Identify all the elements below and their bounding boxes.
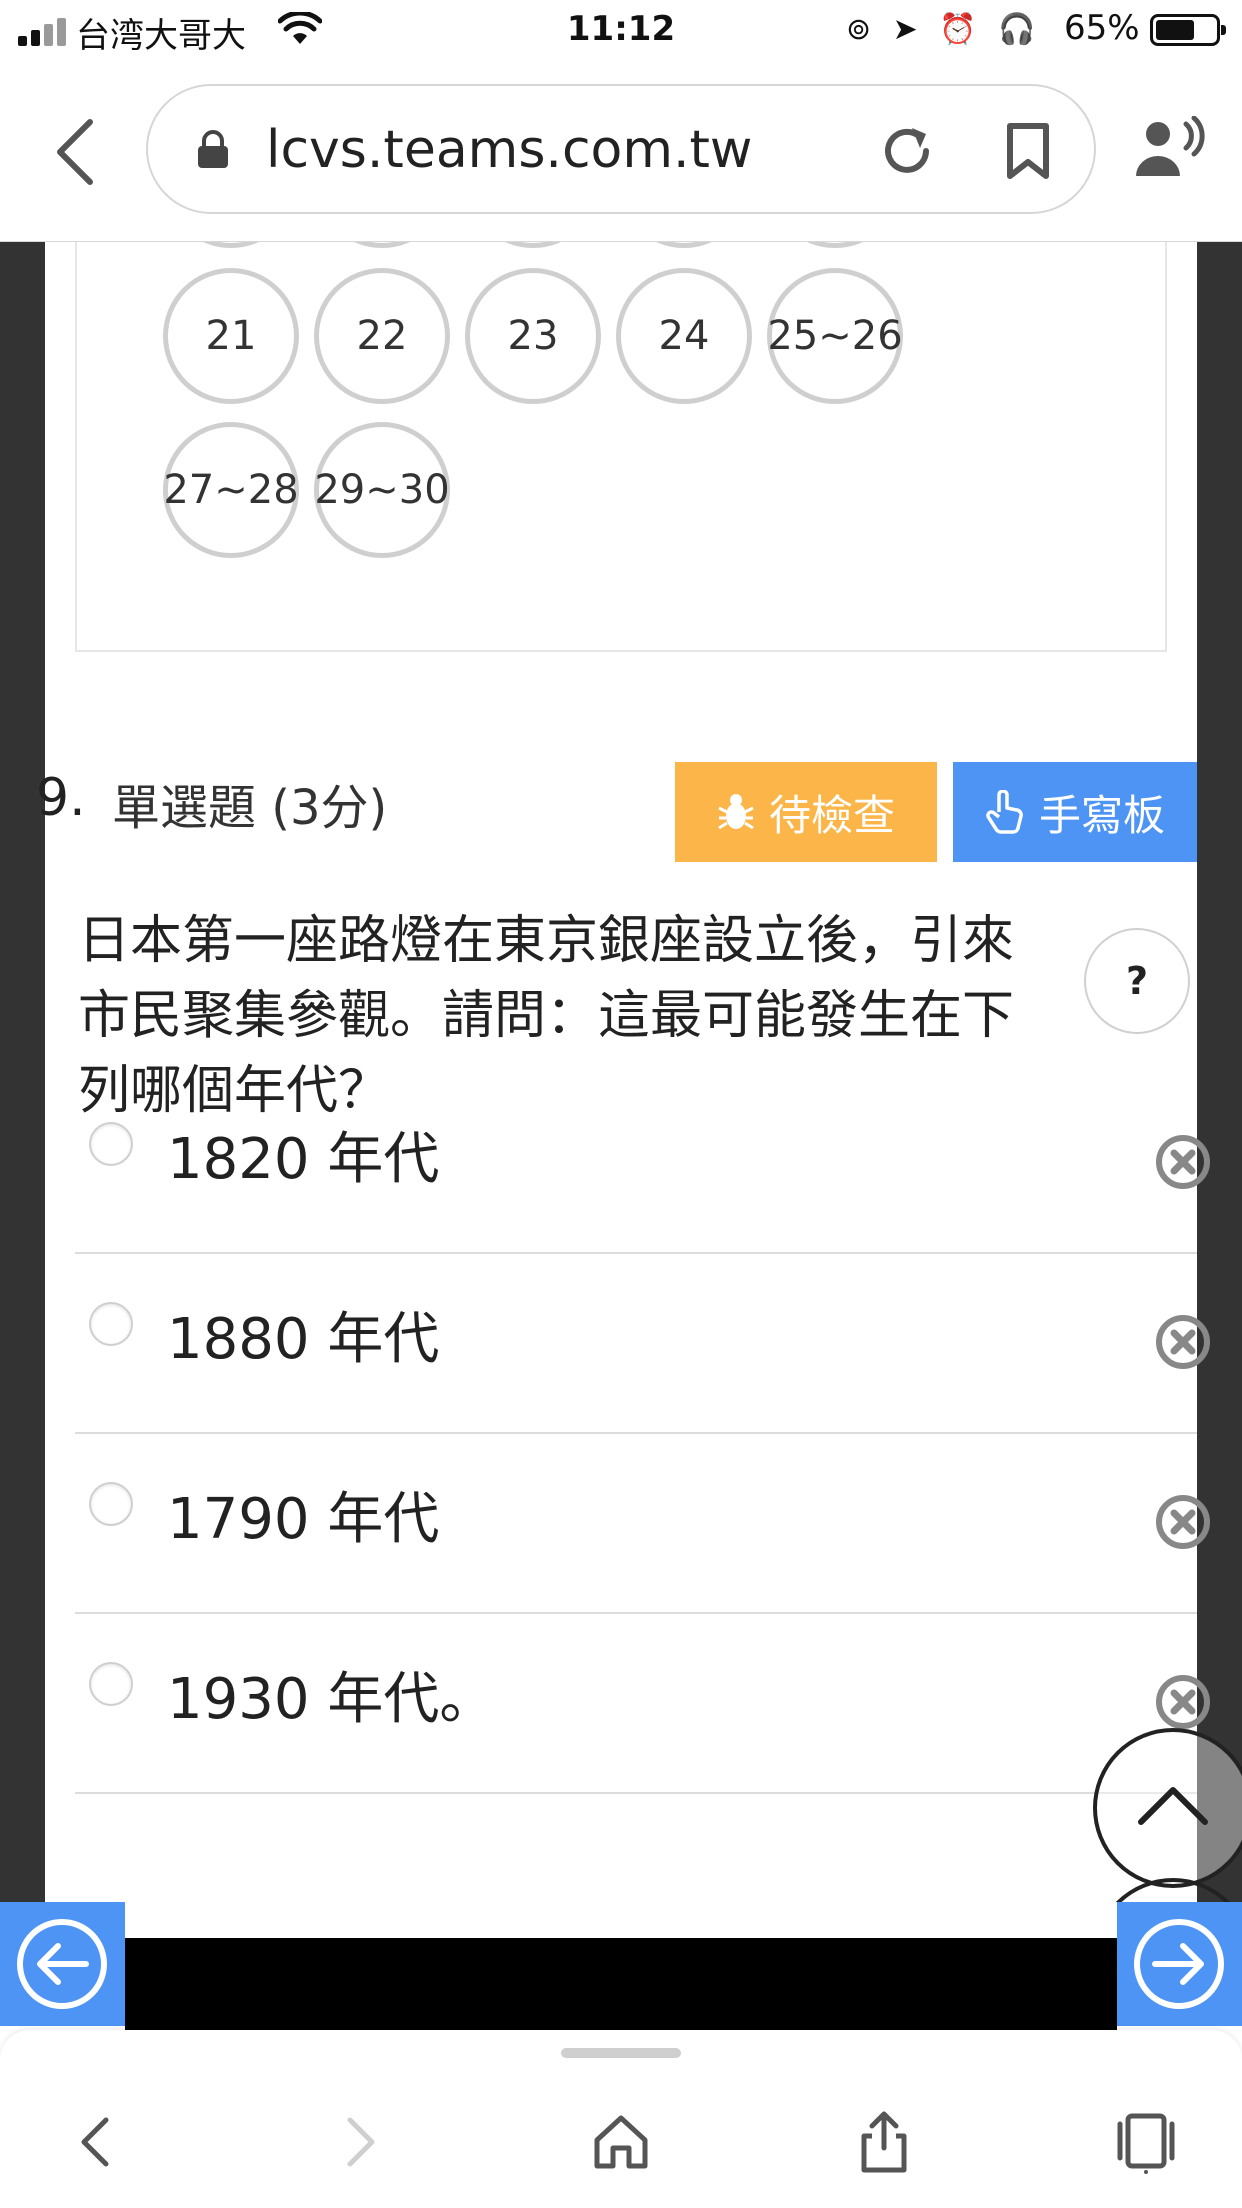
help-button[interactable]: ? [1084,928,1190,1034]
option-label: 1790 年代 [167,1487,440,1552]
answer-option[interactable]: 1880 年代 [75,1254,1210,1434]
back-chevron-icon[interactable] [52,118,96,186]
remove-option-icon[interactable] [1155,1494,1211,1550]
scroll-top-button[interactable] [1093,1728,1242,1888]
reload-icon[interactable] [878,122,936,180]
status-time: 11:12 [566,9,676,49]
option-label: 1820 年代 [167,1127,440,1192]
back-icon[interactable] [64,2110,128,2174]
remove-option-icon[interactable] [1155,1134,1211,1190]
right-margin [1197,242,1242,1902]
option-radio[interactable] [89,1662,133,1706]
prev-question-button[interactable] [0,1902,125,2026]
footer-bar [125,1938,1117,2030]
next-question-button[interactable] [1117,1902,1242,2026]
option-label: 1880 年代 [167,1307,440,1372]
handwriting-button[interactable]: 手寫板 [953,762,1197,862]
remove-option-icon[interactable] [1155,1674,1211,1730]
question-nav-item[interactable] [465,242,601,248]
drag-handle[interactable] [561,2048,681,2058]
remove-option-icon[interactable] [1155,1314,1211,1370]
question-nav-item[interactable]: 22 [314,268,450,404]
question-nav-item[interactable]: 21 [163,268,299,404]
question-nav-item[interactable]: 29~30 [314,422,450,558]
home-icon[interactable] [589,2110,653,2174]
lock-icon [198,130,228,168]
question-nav-panel: 21 22 23 24 25~26 27~28 29~30 [75,242,1167,652]
url-text: lcvs.teams.com.tw [266,120,753,180]
left-margin [0,242,45,1902]
speaker-icon[interactable] [1134,116,1206,180]
answer-option[interactable]: 1820 年代 [75,1074,1210,1254]
pending-check-label: 待檢查 [768,790,895,840]
option-radio[interactable] [89,1482,133,1526]
address-bar[interactable]: lcvs.teams.com.tw [146,84,1096,214]
status-bar: 台湾大哥大 11:12 ⊚ ➤ ⏰ 🎧 65% [0,0,1242,62]
answer-option[interactable]: 1790 年代 [75,1434,1210,1614]
option-label: 1930 年代。 [167,1667,496,1732]
question-nav-item[interactable]: 27~28 [163,422,299,558]
question-nav-item[interactable]: 25~26 [767,268,903,404]
share-icon[interactable] [852,2110,916,2174]
arrow-left-circle-icon [17,1919,107,2009]
chevron-up-icon [1138,1787,1208,1825]
question-nav-item[interactable] [767,242,903,248]
web-content: 21 22 23 24 25~26 27~28 29~30 9. 單選題 (3分… [0,242,1242,1902]
pending-check-button[interactable]: 待檢查 [675,762,937,862]
question-nav-item[interactable] [163,242,299,248]
status-icons: ⊚ ➤ ⏰ 🎧 [846,12,1042,47]
hand-pointer-icon [986,790,1023,834]
question-type: 單選題 (3分) [112,780,388,836]
battery-percent: 65% [1064,8,1140,48]
forward-icon[interactable] [328,2110,392,2174]
tabs-icon[interactable] [1114,2110,1178,2174]
answer-option[interactable]: 1930 年代。 [75,1614,1210,1794]
option-radio[interactable] [89,1122,133,1166]
question-nav-item[interactable]: 24 [616,268,752,404]
question-nav-item[interactable] [616,242,752,248]
handwriting-label: 手寫板 [1038,790,1165,840]
option-radio[interactable] [89,1302,133,1346]
arrow-right-circle-icon [1134,1919,1224,2009]
question-number: 9. [36,768,86,828]
browser-toolbar [0,2030,1242,2208]
browser-header: lcvs.teams.com.tw [0,62,1242,242]
question-nav-item[interactable] [314,242,450,248]
question-nav-item[interactable]: 23 [465,268,601,404]
battery-icon [1150,14,1226,46]
bug-icon [718,794,754,830]
bookmark-icon[interactable] [1006,122,1050,180]
